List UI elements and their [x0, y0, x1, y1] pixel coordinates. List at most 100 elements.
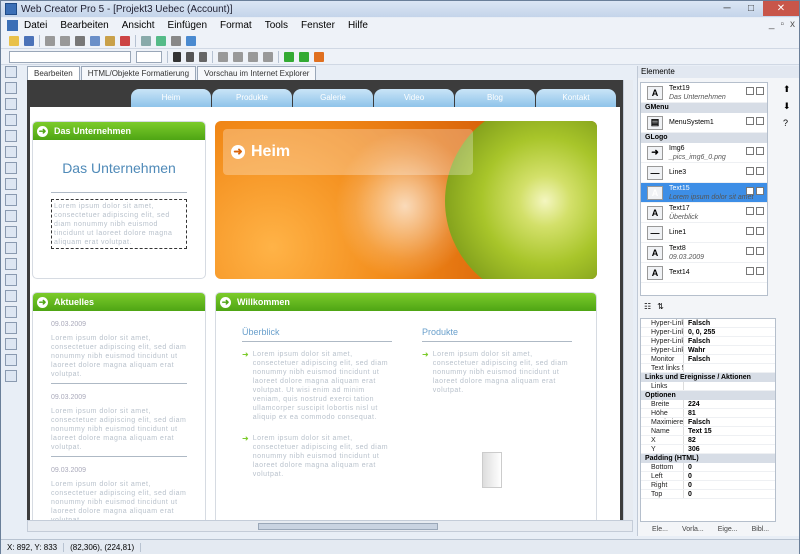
property-value[interactable]: [683, 364, 775, 372]
align-center-icon[interactable]: [233, 51, 243, 62]
tools-icon[interactable]: [141, 35, 151, 46]
element-group[interactable]: GLogo: [641, 133, 767, 143]
property-value[interactable]: 306: [683, 445, 775, 453]
grid-tool-icon[interactable]: [5, 322, 17, 334]
lock-toggle-icon[interactable]: [756, 247, 764, 255]
scroll-thumb[interactable]: [258, 523, 438, 530]
element-row[interactable]: A Text14: [641, 263, 767, 283]
save-icon[interactable]: [24, 35, 34, 46]
property-row[interactable]: Left 0: [641, 472, 775, 481]
move-up-icon[interactable]: ⬆: [783, 84, 791, 95]
property-row[interactable]: Top 0: [641, 490, 775, 499]
font-select[interactable]: [9, 50, 131, 63]
menu-ansicht[interactable]: Ansicht: [122, 20, 155, 31]
minimize-button[interactable]: ─: [715, 1, 739, 16]
open-icon[interactable]: [9, 35, 19, 46]
line-tool-icon[interactable]: [5, 98, 17, 110]
flash-tool-icon[interactable]: [5, 178, 17, 190]
property-row[interactable]: Right 0: [641, 481, 775, 490]
property-value[interactable]: 0: [683, 472, 775, 480]
size-select[interactable]: [136, 50, 162, 63]
visibility-toggle-icon[interactable]: [746, 87, 754, 95]
property-value[interactable]: 0, 0, 255: [683, 328, 775, 336]
property-row[interactable]: Bottom 0: [641, 463, 775, 472]
lock-toggle-icon[interactable]: [756, 187, 764, 195]
property-row[interactable]: Hyper-Link UndWahr: [641, 346, 775, 355]
tab-bibliothek[interactable]: Bibl...: [752, 526, 770, 536]
element-group[interactable]: GMenu: [641, 103, 767, 113]
property-row[interactable]: Breite 224: [641, 400, 775, 409]
html-tool-icon[interactable]: [5, 306, 17, 318]
sort-icon[interactable]: ⇅: [657, 302, 664, 314]
property-value[interactable]: [683, 382, 775, 390]
shape-tool-icon[interactable]: [5, 210, 17, 222]
property-value[interactable]: Text 15: [683, 427, 775, 435]
tab-vorschau[interactable]: Vorschau im Internet Explorer: [197, 66, 317, 80]
property-group[interactable]: Padding (HTML): [641, 454, 775, 463]
lock-toggle-icon[interactable]: [756, 227, 764, 235]
visibility-toggle-icon[interactable]: [746, 227, 754, 235]
rss-tool-icon[interactable]: [5, 290, 17, 302]
text-tool-icon[interactable]: [5, 66, 17, 78]
underline-icon[interactable]: [199, 51, 207, 62]
chat-tool-icon[interactable]: [5, 242, 17, 254]
lock-toggle-icon[interactable]: [756, 267, 764, 275]
rect-tool-icon[interactable]: [5, 114, 17, 126]
redo-icon[interactable]: [60, 35, 70, 46]
lock-toggle-icon[interactable]: [756, 147, 764, 155]
media-tool-icon[interactable]: [5, 226, 17, 238]
property-row[interactable]: Hyper-Link Col0, 0, 255: [641, 328, 775, 337]
paste-icon[interactable]: [105, 35, 115, 46]
nav-kontakt[interactable]: Kontakt: [536, 89, 616, 107]
property-row[interactable]: Höhe 81: [641, 409, 775, 418]
settings-tool-icon[interactable]: [5, 354, 17, 366]
nav-heim[interactable]: Heim: [131, 89, 211, 107]
property-row[interactable]: Monitor Falsch: [641, 355, 775, 364]
lock-toggle-icon[interactable]: [756, 167, 764, 175]
property-row[interactable]: Links: [641, 382, 775, 391]
preview-icon[interactable]: [171, 35, 181, 46]
maximize-button[interactable]: □: [739, 1, 763, 16]
element-row[interactable]: — Line1: [641, 223, 767, 243]
property-value[interactable]: 0: [683, 463, 775, 471]
property-value[interactable]: 82: [683, 436, 775, 444]
selected-text-object[interactable]: Lorem ipsum dolor sit amet, consectetuer…: [51, 199, 187, 249]
nav-video[interactable]: Video: [374, 89, 454, 107]
element-row[interactable]: A Text15 Lorem ipsum dolor sit amet: [641, 183, 767, 203]
lock-toggle-icon[interactable]: [756, 117, 764, 125]
elements-list[interactable]: A Text19 Das Unternehmen GMenu ▤ MenuSystem1 G…: [640, 82, 768, 296]
property-row[interactable]: Hyper-Link SchFalsch: [641, 319, 775, 328]
property-value[interactable]: Falsch: [683, 319, 775, 327]
property-value[interactable]: 0: [683, 481, 775, 489]
nav-blog[interactable]: Blog: [455, 89, 535, 107]
undo-icon[interactable]: [45, 35, 55, 46]
menu-bearbeiten[interactable]: Bearbeiten: [60, 20, 108, 31]
tab-bearbeiten[interactable]: Bearbeiten: [27, 66, 80, 80]
lock-toggle-icon[interactable]: [756, 87, 764, 95]
box-tool-icon[interactable]: [5, 130, 17, 142]
widget-tool-icon[interactable]: [5, 338, 17, 350]
property-row[interactable]: X 82: [641, 436, 775, 445]
nav-produkte[interactable]: Produkte: [212, 89, 292, 107]
menu-einfuegen[interactable]: Einfügen: [168, 20, 207, 31]
properties-grid[interactable]: Hyper-Link SchFalschHyper-Link Col0, 0, …: [640, 318, 776, 522]
check-icon[interactable]: [284, 51, 294, 62]
visibility-toggle-icon[interactable]: [746, 267, 754, 275]
visibility-toggle-icon[interactable]: [746, 247, 754, 255]
categorized-icon[interactable]: ☷: [644, 302, 651, 314]
italic-icon[interactable]: [186, 51, 194, 62]
property-value[interactable]: Falsch: [683, 418, 775, 426]
delete-icon[interactable]: [120, 35, 130, 46]
form-tool-icon[interactable]: [5, 274, 17, 286]
color-icon[interactable]: [299, 51, 309, 62]
canvas-horizontal-scrollbar[interactable]: [27, 520, 633, 532]
align-left-icon[interactable]: [218, 51, 228, 62]
doc-restore-button[interactable]: ▫: [780, 19, 784, 30]
hline-tool-icon[interactable]: [5, 146, 17, 158]
tab-elemente[interactable]: Ele...: [652, 526, 668, 536]
property-row[interactable]: MaximierenFalsch: [641, 418, 775, 427]
property-row[interactable]: Name Text 15: [641, 427, 775, 436]
tab-html-format[interactable]: HTML/Objekte Formatierung: [80, 66, 197, 80]
property-value[interactable]: 81: [683, 409, 775, 417]
property-value[interactable]: Falsch: [683, 337, 775, 345]
